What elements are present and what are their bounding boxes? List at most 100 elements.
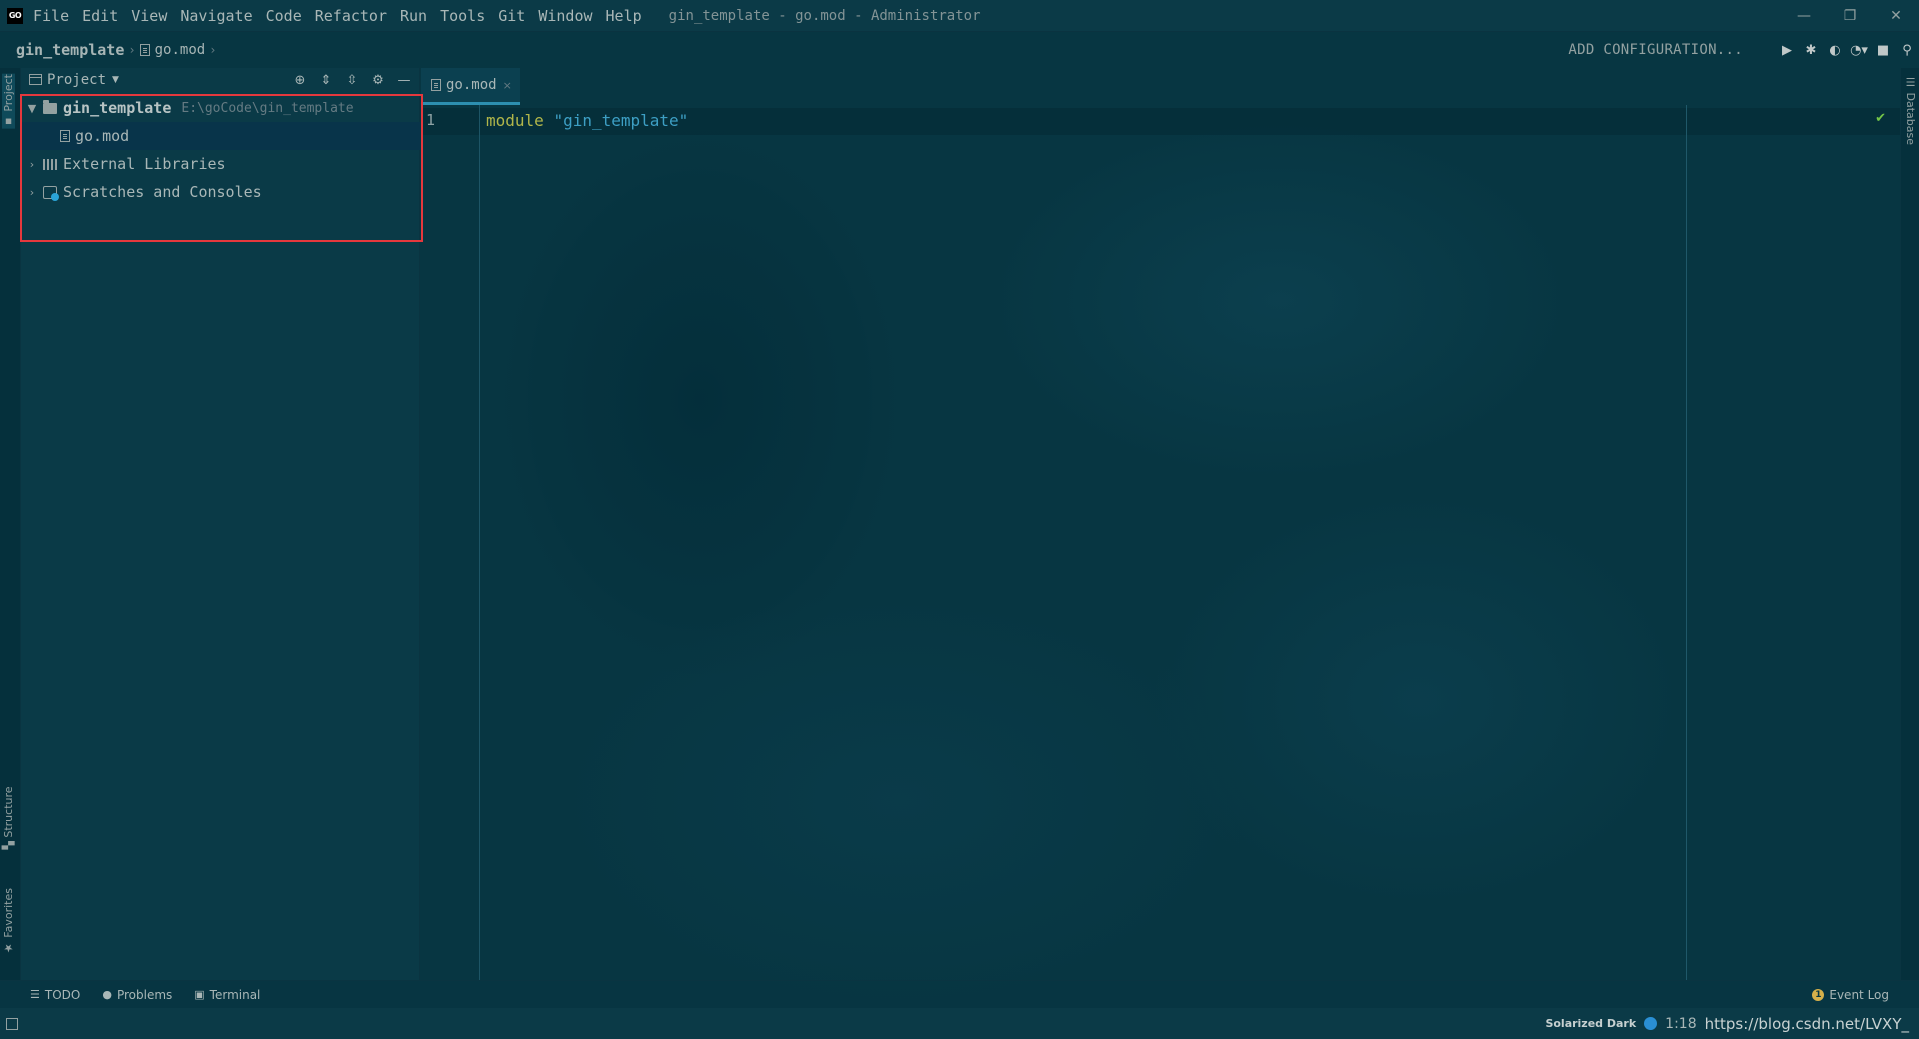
menu-run[interactable]: Run: [400, 7, 427, 25]
menu-edit[interactable]: Edit: [82, 7, 118, 25]
debug-icon[interactable]: ✱: [1799, 43, 1823, 58]
editor-tab-bar: go.mod ×: [421, 68, 1900, 105]
tree-item-go-mod-label: go.mod: [75, 127, 130, 145]
project-view-icon: [29, 74, 42, 85]
tool-tab-database-label: Database: [1904, 92, 1917, 146]
project-tree: ▼ gin_template E:\goCode\gin_template go…: [21, 94, 420, 206]
window-title: gin_template - go.mod - Administrator: [668, 7, 981, 24]
window-controls: — ❐ ✕: [1781, 0, 1919, 32]
close-button[interactable]: ✕: [1873, 0, 1919, 32]
breadcrumb-file-label: go.mod: [154, 42, 206, 58]
chevron-right-icon[interactable]: ›: [25, 158, 39, 171]
gear-icon[interactable]: ⚙: [369, 71, 387, 89]
breadcrumb-project[interactable]: gin_template: [16, 41, 124, 59]
code-editor[interactable]: 1 module "gin_template" ✔: [421, 105, 1900, 980]
add-configuration-button[interactable]: ADD CONFIGURATION...: [1568, 42, 1743, 58]
database-icon: ☰: [1904, 76, 1917, 89]
menu-navigate[interactable]: Navigate: [180, 7, 252, 25]
code-keyword: module: [486, 111, 544, 130]
editor-tab-label: go.mod: [446, 77, 497, 93]
status-bar-right: Solarized Dark 1:18 https://blog.csdn.ne…: [1545, 1015, 1909, 1033]
tool-tab-favorites-label: Favorites: [2, 888, 15, 938]
menu-window[interactable]: Window: [538, 7, 592, 25]
project-panel-actions: ⊕ ⇕ ⇳ ⚙ —: [291, 71, 413, 89]
breadcrumb-separator-icon: ›: [128, 43, 136, 57]
menu-tools[interactable]: Tools: [440, 7, 485, 25]
project-panel-header: Project ▼ ⊕ ⇕ ⇳ ⚙ —: [21, 68, 419, 91]
restore-button[interactable]: ❐: [1827, 0, 1873, 32]
locate-file-icon[interactable]: ⊕: [291, 71, 309, 89]
tree-item-go-mod[interactable]: go.mod: [21, 122, 420, 150]
file-icon: [139, 44, 150, 56]
goland-logo-icon: GO: [7, 7, 23, 24]
collapse-all-icon[interactable]: ⇳: [343, 71, 361, 89]
breadcrumb-file[interactable]: go.mod: [139, 42, 206, 58]
cursor-position[interactable]: 1:18: [1665, 1016, 1696, 1032]
project-view-selector[interactable]: Project: [47, 72, 106, 88]
search-icon[interactable]: ⚲: [1895, 43, 1919, 58]
tool-tab-event-log-label: Event Log: [1829, 987, 1889, 1002]
toggle-tool-windows-icon[interactable]: [6, 1017, 18, 1030]
chevron-down-icon[interactable]: ▼: [25, 102, 39, 115]
tool-tab-problems-label: Problems: [116, 987, 173, 1002]
tree-item-scratches[interactable]: › Scratches and Consoles: [21, 178, 420, 206]
project-root-path: E:\goCode\gin_template: [181, 100, 354, 116]
right-margin-guide: [1686, 105, 1687, 980]
folder-icon: ▪: [2, 115, 15, 129]
info-icon: ●: [102, 988, 112, 1001]
tree-item-project-root[interactable]: ▼ gin_template E:\goCode\gin_template: [21, 94, 420, 122]
theme-indicator-icon: [1644, 1017, 1658, 1030]
stop-icon[interactable]: ■: [1871, 43, 1895, 58]
tool-tab-database[interactable]: ☰ Database: [1904, 76, 1917, 145]
expand-all-icon[interactable]: ⇕: [317, 71, 335, 89]
close-tab-icon[interactable]: ×: [503, 79, 512, 92]
tree-item-external-libraries-label: External Libraries: [63, 155, 226, 173]
run-icon[interactable]: ▶: [1775, 43, 1799, 58]
run-toolbar: ADD CONFIGURATION... ▶ ✱ ◐ ◔▾ ■ ⚲: [1568, 32, 1919, 68]
profile-icon[interactable]: ◔▾: [1847, 43, 1871, 58]
tool-tab-event-log[interactable]: 1 Event Log: [1812, 988, 1889, 1002]
menu-git[interactable]: Git: [498, 7, 525, 25]
breadcrumb-separator-icon: ›: [209, 43, 217, 57]
file-icon: [431, 79, 441, 91]
tool-tab-terminal-label: Terminal: [209, 987, 261, 1002]
editor-gutter[interactable]: 1: [421, 105, 480, 980]
navigation-bar: gin_template › go.mod › ADD CONFIGURATIO…: [0, 32, 1919, 68]
menu-help[interactable]: Help: [606, 7, 642, 25]
title-bar: GO File Edit View Navigate Code Refactor…: [0, 0, 1919, 32]
tool-tab-project-label: Project: [2, 74, 15, 112]
scratches-icon: [43, 185, 59, 201]
chevron-down-icon[interactable]: ▼: [112, 75, 119, 85]
terminal-icon: ▣: [194, 988, 205, 1001]
menu-file[interactable]: File: [33, 7, 69, 25]
tool-tab-favorites[interactable]: ★ Favorites: [2, 888, 15, 955]
coverage-icon[interactable]: ◐: [1823, 43, 1847, 58]
right-tool-strip: ☰ Database: [1900, 68, 1919, 980]
tool-tab-todo[interactable]: ☰ TODO: [30, 988, 80, 1002]
library-icon: [43, 158, 57, 170]
minimize-button[interactable]: —: [1781, 0, 1827, 32]
tool-tab-project[interactable]: ▪ Project: [2, 74, 15, 129]
theme-name[interactable]: Solarized Dark: [1545, 1017, 1636, 1030]
star-icon: ★: [2, 941, 15, 955]
menu-code[interactable]: Code: [266, 7, 302, 25]
tree-item-external-libraries[interactable]: › External Libraries: [21, 150, 420, 178]
tool-tab-problems[interactable]: ● Problems: [102, 988, 172, 1002]
file-icon: [60, 130, 70, 142]
folder-icon: [43, 99, 57, 114]
tree-item-scratches-label: Scratches and Consoles: [63, 183, 262, 201]
tool-tab-structure[interactable]: ▚ Structure: [2, 786, 15, 850]
hide-panel-icon[interactable]: —: [395, 71, 413, 89]
tool-tab-terminal[interactable]: ▣ Terminal: [194, 988, 260, 1002]
code-line[interactable]: module "gin_template": [486, 111, 688, 130]
chevron-right-icon[interactable]: ›: [25, 186, 39, 199]
tool-tab-structure-label: Structure: [2, 786, 15, 838]
watermark-text: https://blog.csdn.net/LVXY_: [1704, 1014, 1909, 1033]
structure-icon: ▚: [2, 841, 15, 850]
menu-refactor[interactable]: Refactor: [315, 7, 387, 25]
menu-view[interactable]: View: [131, 7, 167, 25]
editor-tab-go-mod[interactable]: go.mod ×: [421, 68, 520, 105]
status-bar: Solarized Dark 1:18 https://blog.csdn.ne…: [0, 1008, 1919, 1039]
inspection-ok-icon[interactable]: ✔: [1875, 111, 1886, 126]
line-number: 1: [426, 111, 436, 129]
